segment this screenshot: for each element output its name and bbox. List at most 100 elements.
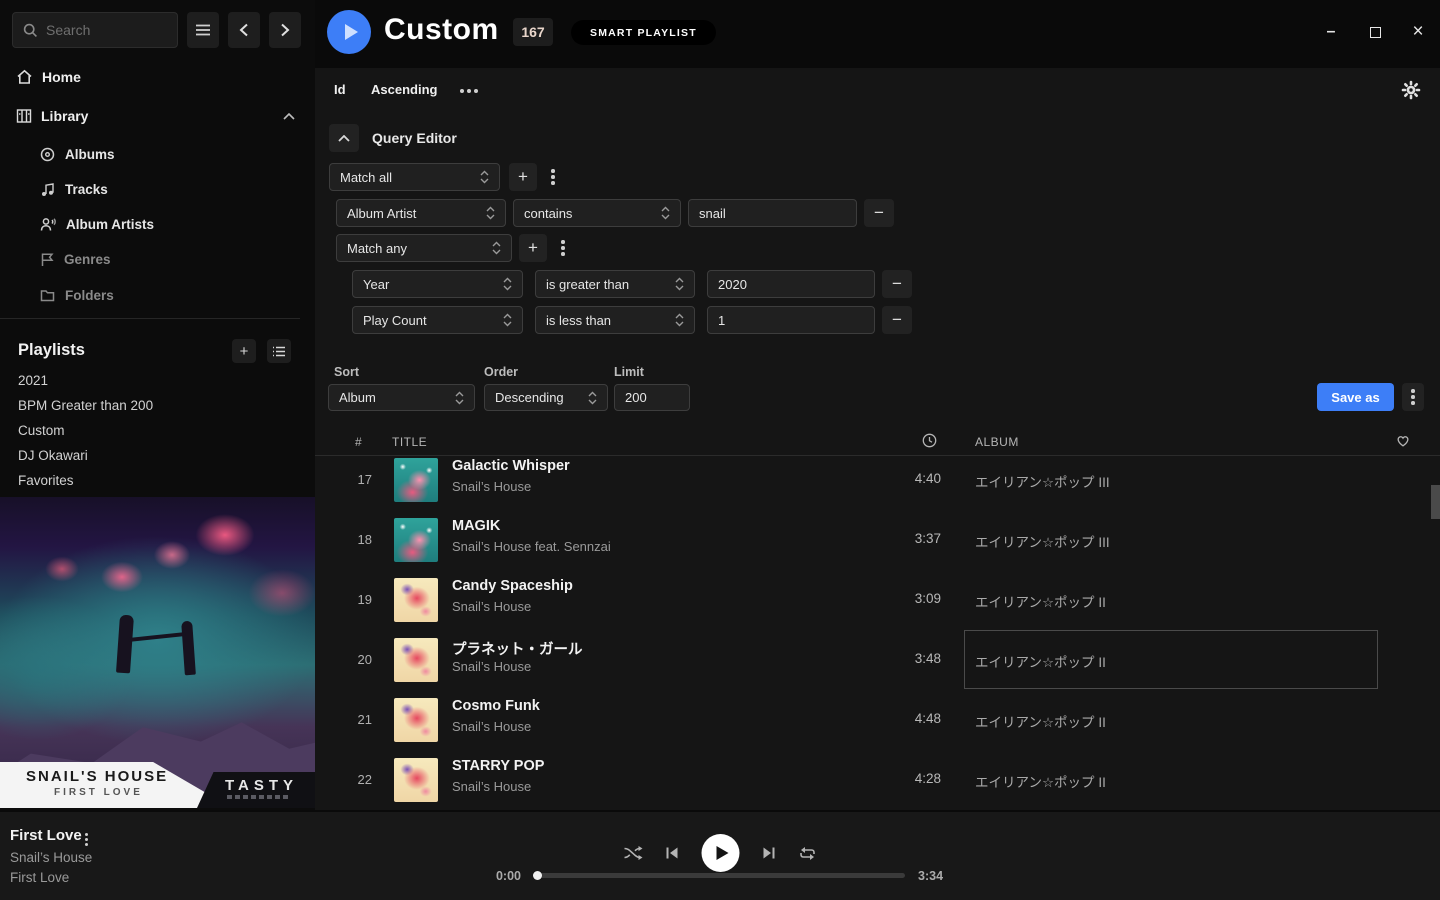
column-album[interactable]: ALBUM <box>975 435 1019 449</box>
rule-1-value-input[interactable] <box>688 199 857 227</box>
remove-rule-1-button[interactable]: − <box>864 199 894 227</box>
sort-direction-button[interactable]: Ascending <box>371 82 437 97</box>
close-button[interactable]: × <box>1408 22 1428 42</box>
plus-icon: + <box>240 343 249 360</box>
rule-2-field-select[interactable]: Year <box>352 270 523 298</box>
playlist-list-button[interactable] <box>267 339 291 363</box>
sidebar-item-tracks[interactable]: Tracks <box>0 177 315 201</box>
play-playlist-button[interactable] <box>327 10 371 54</box>
minus-icon: − <box>892 274 902 294</box>
select-value: Descending <box>495 390 564 405</box>
rule-2-operator-select[interactable]: is greater than <box>535 270 695 298</box>
duration-column-clock-icon[interactable] <box>922 433 937 448</box>
play-pause-button[interactable] <box>702 834 740 872</box>
save-as-button[interactable]: Save as <box>1317 383 1394 411</box>
track-duration: 4:40 <box>875 471 941 486</box>
more-options-icon[interactable] <box>467 89 471 93</box>
menu-button[interactable] <box>187 12 219 48</box>
save-options-kebab[interactable] <box>1402 383 1424 411</box>
track-duration: 4:28 <box>875 771 941 786</box>
table-row[interactable]: 20 プラネット・ガール Snail’s House 3:48 エイリアン☆ポッ… <box>315 630 1440 690</box>
now-playing-album-art[interactable]: SNAIL'S HOUSE FIRST LOVE TASTY <box>0 497 315 808</box>
maximize-button[interactable] <box>1365 22 1385 42</box>
select-value: Album <box>339 390 376 405</box>
seek-bar[interactable] <box>534 873 905 878</box>
column-number[interactable]: # <box>355 435 362 449</box>
rule-1-operator-select[interactable]: contains <box>513 199 681 227</box>
table-row[interactable]: 19 Candy Spaceship Snail’s House 3:09 エイ… <box>315 570 1440 630</box>
sidebar-item-home[interactable]: Home <box>0 64 315 90</box>
chevron-left-icon <box>239 23 249 37</box>
table-row[interactable]: 17 Galactic Whisper Snail’s House 4:40 エ… <box>315 457 1440 510</box>
now-playing-kebab-icon[interactable] <box>80 832 92 846</box>
playlist-item[interactable]: Favorites <box>18 473 288 493</box>
sort-select[interactable]: Album <box>328 384 475 411</box>
next-track-icon[interactable] <box>762 846 777 860</box>
favorite-column-heart-icon[interactable] <box>1395 433 1411 447</box>
spinner-icon <box>480 170 489 184</box>
scrollbar-thumb[interactable] <box>1431 485 1440 519</box>
query-editor-collapse-button[interactable] <box>329 124 359 152</box>
search-box[interactable] <box>12 12 178 48</box>
playlist-item[interactable]: 2021 <box>18 373 288 393</box>
sidebar-toolbar <box>12 12 301 48</box>
table-row[interactable]: 21 Cosmo Funk Snail’s House 4:48 エイリアン☆ポ… <box>315 690 1440 750</box>
track-title: Galactic Whisper <box>452 458 570 474</box>
group-2-kebab-icon[interactable] <box>556 234 570 262</box>
shuffle-icon[interactable] <box>624 845 643 861</box>
match-group-1-select[interactable]: Match all <box>329 163 500 191</box>
match-group-2-select[interactable]: Match any <box>336 234 512 262</box>
search-input[interactable] <box>46 22 156 38</box>
add-playlist-button[interactable]: + <box>232 339 256 363</box>
music-note-icon <box>40 182 55 197</box>
sort-field-button[interactable]: Id <box>334 82 346 97</box>
rule-3-value-input[interactable] <box>707 306 875 334</box>
seek-knob[interactable] <box>533 871 542 880</box>
sidebar-item-folders[interactable]: Folders <box>0 283 315 307</box>
select-value: Year <box>363 277 389 292</box>
sidebar-item-library[interactable]: Library <box>0 103 315 129</box>
back-button[interactable] <box>228 12 260 48</box>
rule-3-operator-select[interactable]: is less than <box>535 306 695 334</box>
sidebar-item-genres[interactable]: Genres <box>0 247 315 271</box>
previous-track-icon[interactable] <box>665 846 680 860</box>
limit-input[interactable] <box>614 384 690 411</box>
track-number: 18 <box>340 532 372 547</box>
spinner-icon <box>492 241 501 255</box>
select-value: Album Artist <box>347 206 416 221</box>
track-thumbnail <box>394 698 438 742</box>
add-rule-button-2[interactable]: + <box>519 234 547 262</box>
repeat-icon[interactable] <box>799 846 817 861</box>
group-1-kebab-icon[interactable] <box>546 163 560 191</box>
order-select[interactable]: Descending <box>484 384 608 411</box>
sidebar: Home Library Albums Tracks <box>0 0 315 810</box>
track-title: STARRY POP <box>452 758 544 774</box>
spinner-icon <box>455 391 464 405</box>
track-album: エイリアン☆ポップ III <box>975 531 1110 551</box>
table-row[interactable]: 22 STARRY POP Snail’s House 4:28 エイリアン☆ポ… <box>315 750 1440 810</box>
total-time: 3:34 <box>918 869 943 883</box>
play-icon <box>345 24 358 40</box>
playlist-item[interactable]: DJ Okawari <box>18 448 288 468</box>
track-number: 19 <box>340 592 372 607</box>
rule-2-value-input[interactable] <box>707 270 875 298</box>
rule-3-field-select[interactable]: Play Count <box>352 306 523 334</box>
chevron-up-icon[interactable] <box>283 113 295 120</box>
gear-icon[interactable] <box>1401 80 1421 100</box>
select-value: is greater than <box>546 277 629 292</box>
track-number: 21 <box>340 712 372 727</box>
sidebar-item-albums[interactable]: Albums <box>0 142 315 166</box>
table-row[interactable]: 18 MAGIK Snail’s House feat. Sennzai 3:3… <box>315 510 1440 570</box>
column-title[interactable]: TITLE <box>392 435 427 449</box>
add-rule-button-1[interactable]: + <box>509 163 537 191</box>
forward-button[interactable] <box>269 12 301 48</box>
playlist-item[interactable]: Custom <box>18 423 288 443</box>
minimize-button[interactable]: – <box>1321 22 1341 42</box>
sidebar-item-album-artists[interactable]: Album Artists <box>0 212 315 236</box>
playlist-item[interactable]: BPM Greater than 200 <box>18 398 288 418</box>
chevron-right-icon <box>280 23 290 37</box>
rule-1-field-select[interactable]: Album Artist <box>336 199 506 227</box>
track-table-header: # TITLE ALBUM <box>315 427 1440 456</box>
remove-rule-2-button[interactable]: − <box>882 270 912 298</box>
remove-rule-3-button[interactable]: − <box>882 306 912 334</box>
